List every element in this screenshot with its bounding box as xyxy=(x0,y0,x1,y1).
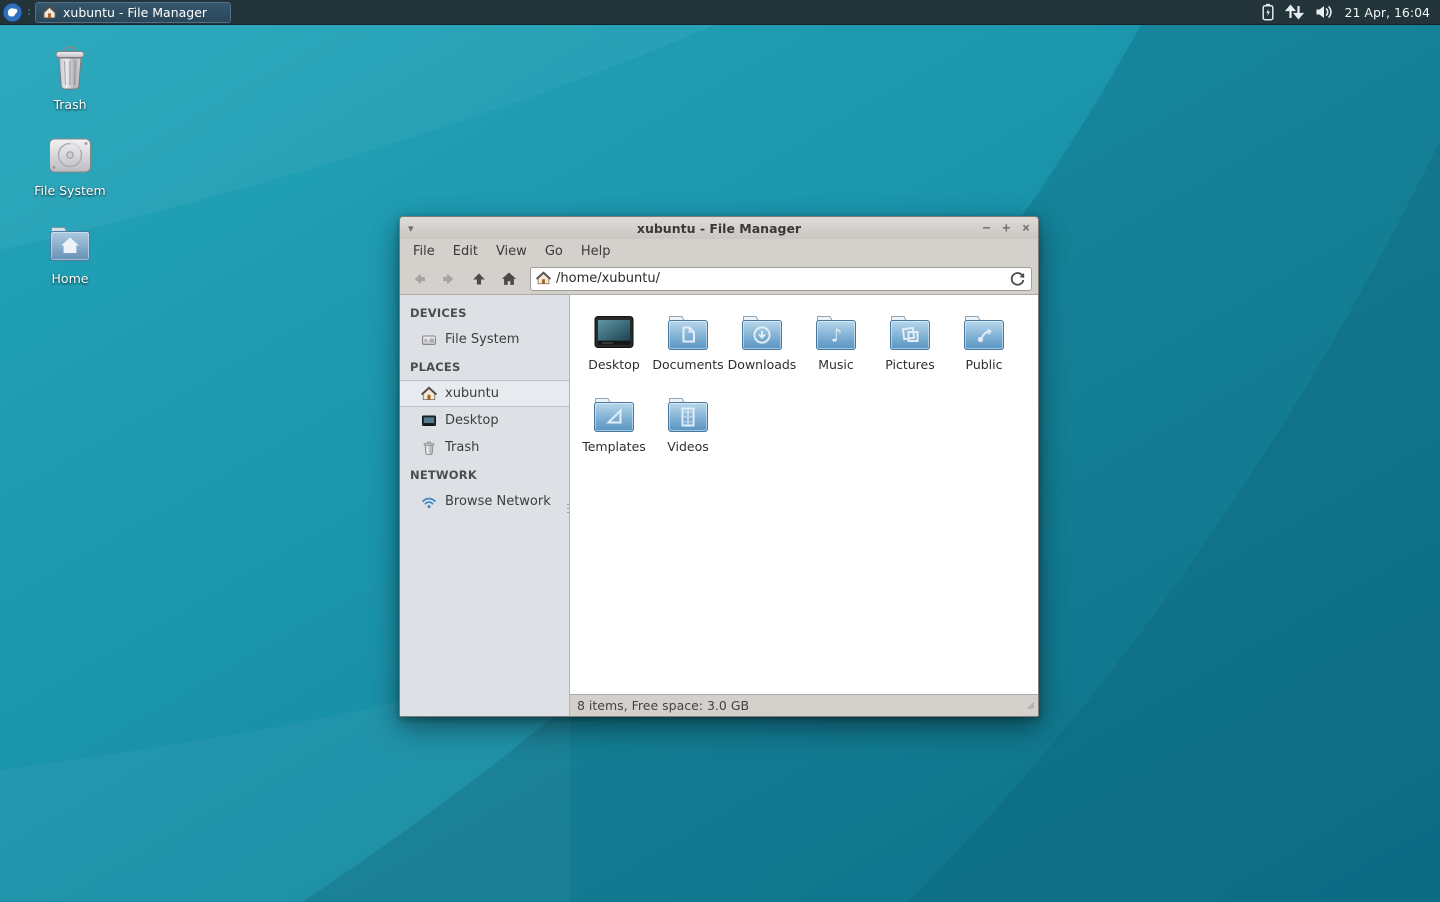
desktop-icon-home[interactable]: Home xyxy=(18,218,122,286)
trash-icon xyxy=(421,440,437,456)
svg-text:♪: ♪ xyxy=(831,326,843,347)
desktop-icon-column: Trash File System Home xyxy=(18,44,122,302)
path-input[interactable] xyxy=(556,271,1002,286)
home-button[interactable] xyxy=(496,267,522,291)
back-button[interactable] xyxy=(406,267,432,291)
window-body: DEVICES File System PLACES xubuntu Desktop Tr… xyxy=(400,295,1038,716)
trash-big-icon xyxy=(45,44,95,94)
forward-button[interactable] xyxy=(436,267,462,291)
menu-bar: FileEditViewGoHelp xyxy=(400,239,1038,263)
sidebar-item-desktop[interactable]: Desktop xyxy=(400,407,569,434)
sidebar: DEVICES File System PLACES xubuntu Desktop Tr… xyxy=(400,295,570,716)
menu-view[interactable]: View xyxy=(487,241,536,262)
sidebar-item-label: xubuntu xyxy=(445,386,499,401)
file-item-label: Templates xyxy=(582,440,646,454)
toolbar xyxy=(400,263,1038,295)
up-button[interactable] xyxy=(466,267,492,291)
sidebar-header-devices: DEVICES xyxy=(400,299,569,326)
desktop-icon-label: Home xyxy=(52,271,89,286)
file-item-templates[interactable]: Templates xyxy=(577,390,651,472)
tray-icons xyxy=(1262,0,1334,25)
folder-templates-icon xyxy=(590,390,638,438)
top-panel: xubuntu - File Manager 21 Apr, 16:04 xyxy=(0,0,1440,25)
sidebar-item-browse-network[interactable]: Browse Network xyxy=(400,488,569,515)
file-item-label: Downloads xyxy=(728,358,797,372)
desktop-icon xyxy=(590,308,638,356)
system-tray: 21 Apr, 16:04 xyxy=(1262,0,1440,25)
whisker-menu-icon[interactable] xyxy=(0,0,25,25)
home-icon xyxy=(536,271,551,286)
wifi-icon xyxy=(421,494,437,510)
folder-pictures-icon xyxy=(886,308,934,356)
menu-edit[interactable]: Edit xyxy=(444,241,487,262)
file-item-label: Public xyxy=(966,358,1003,372)
display-icon xyxy=(421,413,437,429)
file-list-view[interactable]: Desktop Documents Downloads ♪ Music Pictures P… xyxy=(570,295,1038,694)
desktop-icon-label: File System xyxy=(34,183,106,198)
close-button[interactable]: × xyxy=(1022,222,1030,235)
desktop-icon-trash[interactable]: Trash xyxy=(18,44,122,112)
menu-help[interactable]: Help xyxy=(572,241,620,262)
file-item-music[interactable]: ♪ Music xyxy=(799,308,873,390)
menu-go[interactable]: Go xyxy=(536,241,572,262)
file-item-label: Music xyxy=(818,358,854,372)
desktop-icon-label: Trash xyxy=(53,97,86,112)
resize-grip-icon[interactable] xyxy=(1026,698,1035,713)
status-text: 8 items, Free space: 3.0 GB xyxy=(577,698,749,713)
panel-clock[interactable]: 21 Apr, 16:04 xyxy=(1345,5,1430,20)
minimize-button[interactable]: − xyxy=(983,222,991,235)
sidebar-item-label: Browse Network xyxy=(445,494,551,509)
sidebar-header-places: PLACES xyxy=(400,353,569,380)
sidebar-splitter-handle[interactable] xyxy=(567,504,570,526)
sidebar-item-file-system[interactable]: File System xyxy=(400,326,569,353)
titlebar[interactable]: ▾ xubuntu - File Manager − + × xyxy=(400,217,1038,239)
maximize-button[interactable]: + xyxy=(1002,222,1010,235)
file-item-label: Videos xyxy=(667,440,709,454)
refresh-icon[interactable] xyxy=(1007,269,1027,289)
file-item-documents[interactable]: Documents xyxy=(651,308,725,390)
sidebar-item-label: File System xyxy=(445,332,519,347)
main-column: Desktop Documents Downloads ♪ Music Pictures P… xyxy=(570,295,1038,716)
panel-grip-handle[interactable] xyxy=(25,0,32,25)
folder-public-icon xyxy=(960,308,1008,356)
sidebar-header-network: NETWORK xyxy=(400,461,569,488)
battery-icon[interactable] xyxy=(1262,0,1274,25)
folder-downloads-icon xyxy=(738,308,786,356)
folder-music-icon: ♪ xyxy=(812,308,860,356)
status-bar: 8 items, Free space: 3.0 GB xyxy=(570,694,1038,716)
drive-big-icon xyxy=(45,130,95,180)
file-item-public[interactable]: Public xyxy=(947,308,1021,390)
window-menu-icon[interactable]: ▾ xyxy=(408,222,424,235)
volume-icon[interactable] xyxy=(1315,0,1334,25)
file-item-desktop[interactable]: Desktop xyxy=(577,308,651,390)
house-icon xyxy=(421,386,437,402)
folder-documents-icon xyxy=(664,308,712,356)
menu-file[interactable]: File xyxy=(404,241,444,262)
sidebar-item-label: Trash xyxy=(445,440,479,455)
home-icon xyxy=(42,5,57,20)
file-item-downloads[interactable]: Downloads xyxy=(725,308,799,390)
desktop-icon-file-system[interactable]: File System xyxy=(18,130,122,198)
taskbar-window-label: xubuntu - File Manager xyxy=(63,5,207,20)
window-title: xubuntu - File Manager xyxy=(400,221,1038,236)
home-big-icon xyxy=(45,218,95,268)
file-item-label: Pictures xyxy=(885,358,935,372)
window-controls: − + × xyxy=(983,222,1030,235)
drive-icon xyxy=(421,332,437,348)
file-item-label: Documents xyxy=(652,358,723,372)
taskbar-window-button[interactable]: xubuntu - File Manager xyxy=(35,2,231,23)
file-item-videos[interactable]: Videos xyxy=(651,390,725,472)
file-item-label: Desktop xyxy=(588,358,640,372)
network-icon[interactable] xyxy=(1285,0,1304,25)
sidebar-item-label: Desktop xyxy=(445,413,499,428)
file-item-pictures[interactable]: Pictures xyxy=(873,308,947,390)
folder-videos-icon xyxy=(664,390,712,438)
path-bar xyxy=(530,267,1032,291)
file-manager-window: ▾ xubuntu - File Manager − + × FileEditV… xyxy=(399,216,1039,717)
sidebar-item-xubuntu[interactable]: xubuntu xyxy=(400,380,569,407)
sidebar-item-trash[interactable]: Trash xyxy=(400,434,569,461)
